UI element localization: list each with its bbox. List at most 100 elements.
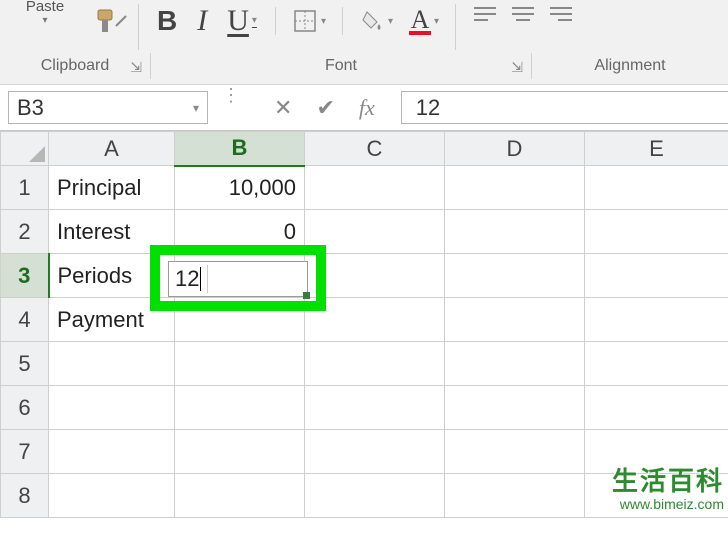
cell-E4[interactable]	[585, 298, 728, 342]
cell-C8[interactable]	[305, 474, 445, 518]
cell-A6[interactable]	[49, 386, 175, 430]
dialog-launcher-icon[interactable]: ⇲	[130, 59, 142, 76]
paste-label: Paste	[26, 0, 64, 15]
cell-C5[interactable]	[305, 342, 445, 386]
col-header-B[interactable]: B	[175, 132, 305, 166]
chevron-down-icon[interactable]: ▾	[388, 16, 393, 27]
align-top-button[interactable]	[472, 4, 498, 26]
underline-letter: U	[227, 6, 249, 36]
cell-E3[interactable]	[585, 254, 728, 298]
cell-editor-value: 12	[175, 266, 199, 292]
formula-input[interactable]: 12	[401, 91, 728, 124]
cell-E6[interactable]	[585, 386, 728, 430]
cell-A8[interactable]	[49, 474, 175, 518]
font-group: B I U▾ ▾ ▾	[149, 4, 445, 38]
row-header-1[interactable]: 1	[1, 166, 49, 210]
cell-A2[interactable]: Interest	[49, 210, 175, 254]
row-header-3[interactable]: 3	[1, 254, 49, 298]
col-header-C[interactable]: C	[305, 132, 445, 166]
chevron-down-icon[interactable]: ▾	[321, 16, 326, 27]
cell-A4[interactable]: Payment	[49, 298, 175, 342]
cell-A7[interactable]	[49, 430, 175, 474]
cell-D4[interactable]	[445, 298, 585, 342]
cell-A3[interactable]: Periods	[49, 254, 175, 298]
cell-B8[interactable]	[175, 474, 305, 518]
cancel-icon[interactable]: ✕	[274, 95, 292, 121]
vertical-dots-icon[interactable]: ⋮	[216, 85, 246, 130]
cell-D6[interactable]	[445, 386, 585, 430]
cell-B7[interactable]	[175, 430, 305, 474]
cell-C7[interactable]	[305, 430, 445, 474]
cell-E2[interactable]	[585, 210, 728, 254]
chevron-down-icon[interactable]: ▾	[252, 16, 257, 26]
select-all-corner[interactable]	[1, 132, 49, 166]
chevron-down-icon[interactable]: ▾	[434, 16, 439, 27]
cell-C4[interactable]	[305, 298, 445, 342]
paste-button[interactable]: Paste ▾	[8, 4, 88, 26]
separator	[342, 7, 343, 35]
ribbon: Paste ▾ B I U▾	[0, 0, 728, 85]
group-label-alignment: Alignment	[532, 57, 728, 75]
paste-dropdown-caret[interactable]: ▾	[42, 15, 47, 26]
cell-editor[interactable]: 12	[168, 261, 308, 297]
cell-D1[interactable]	[445, 166, 585, 210]
italic-button[interactable]: I	[195, 4, 209, 38]
separator	[455, 4, 456, 50]
underline-button[interactable]: U▾	[225, 4, 259, 38]
align-bottom-button[interactable]	[548, 4, 574, 26]
separator	[275, 7, 276, 35]
cell-D7[interactable]	[445, 430, 585, 474]
bold-button[interactable]: B	[155, 5, 179, 37]
row-header-6[interactable]: 6	[1, 386, 49, 430]
cell-B6[interactable]	[175, 386, 305, 430]
col-header-D[interactable]: D	[445, 132, 585, 166]
cell-D2[interactable]	[445, 210, 585, 254]
cell-E7[interactable]	[585, 430, 728, 474]
format-painter-icon[interactable]	[92, 6, 128, 36]
cell-B1[interactable]: 10,000	[175, 166, 305, 210]
fill-color-button[interactable]: ▾	[359, 8, 393, 34]
cell-B5[interactable]	[175, 342, 305, 386]
cell-C6[interactable]	[305, 386, 445, 430]
spreadsheet-grid[interactable]: A B C D E 1 Principal 10,000 2 Interest …	[0, 131, 728, 518]
font-color-letter: A	[411, 7, 430, 33]
cell-D5[interactable]	[445, 342, 585, 386]
cell-E8[interactable]	[585, 474, 728, 518]
cell-D3[interactable]	[445, 254, 585, 298]
cell-C3[interactable]	[305, 254, 445, 298]
text-caret	[200, 267, 201, 291]
cell-C2[interactable]	[305, 210, 445, 254]
row-header-7[interactable]: 7	[1, 430, 49, 474]
separator	[138, 4, 139, 50]
cell-A1[interactable]: Principal	[49, 166, 175, 210]
align-middle-button[interactable]	[510, 4, 536, 26]
row-header-4[interactable]: 4	[1, 298, 49, 342]
cell-C1[interactable]	[305, 166, 445, 210]
cell-E1[interactable]	[585, 166, 728, 210]
enter-icon[interactable]: ✔	[316, 95, 334, 121]
font-color-swatch	[409, 31, 431, 35]
group-label-font: Font ⇲	[151, 57, 531, 75]
cell-A5[interactable]	[49, 342, 175, 386]
fill-handle[interactable]	[303, 292, 310, 299]
cell-B2[interactable]: 0	[175, 210, 305, 254]
cell-E5[interactable]	[585, 342, 728, 386]
separator	[207, 265, 208, 293]
col-header-A[interactable]: A	[49, 132, 175, 166]
row-header-8[interactable]: 8	[1, 474, 49, 518]
border-button[interactable]: ▾	[292, 8, 326, 34]
cell-B4[interactable]	[175, 298, 305, 342]
col-header-E[interactable]: E	[585, 132, 728, 166]
font-color-button[interactable]: A ▾	[409, 7, 439, 35]
name-box[interactable]: B3 ▾	[8, 91, 208, 124]
row-header-2[interactable]: 2	[1, 210, 49, 254]
chevron-down-icon[interactable]: ▾	[193, 101, 199, 115]
formula-value: 12	[416, 95, 440, 121]
name-box-value: B3	[17, 95, 44, 121]
row-header-5[interactable]: 5	[1, 342, 49, 386]
cell-D8[interactable]	[445, 474, 585, 518]
insert-function-button[interactable]: fx	[359, 95, 375, 121]
group-label-clipboard: Clipboard ⇲	[0, 57, 150, 75]
dialog-launcher-icon[interactable]: ⇲	[511, 59, 523, 76]
alignment-group	[466, 4, 580, 26]
